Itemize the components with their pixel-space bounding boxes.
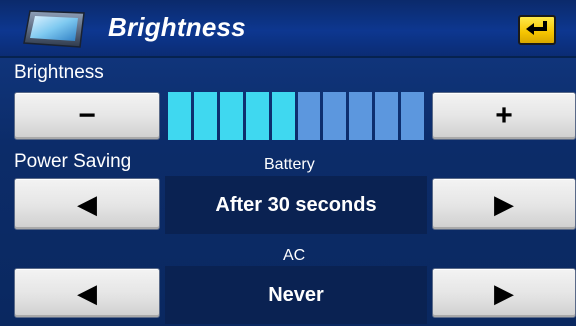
ac-next-button[interactable]: ▶ bbox=[432, 268, 576, 318]
title-bar: Brightness bbox=[0, 0, 576, 58]
battery-next-button[interactable]: ▶ bbox=[432, 178, 576, 230]
right-triangle-icon: ▶ bbox=[494, 189, 514, 219]
ac-timeout-value: Never bbox=[165, 266, 427, 324]
brightness-segment bbox=[323, 92, 347, 140]
brightness-segment bbox=[245, 92, 269, 140]
page-title: Brightness bbox=[108, 12, 246, 42]
brightness-segment bbox=[349, 92, 373, 140]
right-triangle-icon: ▶ bbox=[494, 278, 514, 308]
brightness-section-label: Brightness bbox=[14, 62, 104, 83]
brightness-segment bbox=[401, 92, 425, 140]
monitor-icon bbox=[22, 9, 88, 49]
left-triangle-icon: ◀ bbox=[77, 189, 97, 219]
brightness-segment bbox=[271, 92, 295, 140]
plus-label: + bbox=[495, 99, 513, 132]
brightness-segment bbox=[193, 92, 217, 140]
back-button[interactable] bbox=[518, 15, 556, 45]
increase-brightness-button[interactable]: + bbox=[432, 92, 576, 140]
brightness-segment bbox=[375, 92, 399, 140]
left-triangle-icon: ◀ bbox=[77, 278, 97, 308]
ac-previous-button[interactable]: ◀ bbox=[14, 268, 160, 318]
battery-timeout-value: After 30 seconds bbox=[165, 176, 427, 234]
minus-label: − bbox=[78, 99, 96, 132]
decrease-brightness-button[interactable]: − bbox=[14, 92, 160, 140]
ac-label: AC bbox=[283, 247, 306, 264]
brightness-level-meter bbox=[168, 92, 425, 140]
brightness-segment bbox=[297, 92, 321, 140]
battery-label: Battery bbox=[264, 156, 315, 173]
battery-previous-button[interactable]: ◀ bbox=[14, 178, 160, 230]
brightness-segment bbox=[219, 92, 243, 140]
power-saving-section-label: Power Saving bbox=[14, 151, 132, 172]
enter-return-icon bbox=[524, 19, 550, 42]
brightness-segment bbox=[168, 92, 191, 140]
brightness-settings-screen: Brightness Brightness − + Power Saving B… bbox=[0, 0, 576, 326]
